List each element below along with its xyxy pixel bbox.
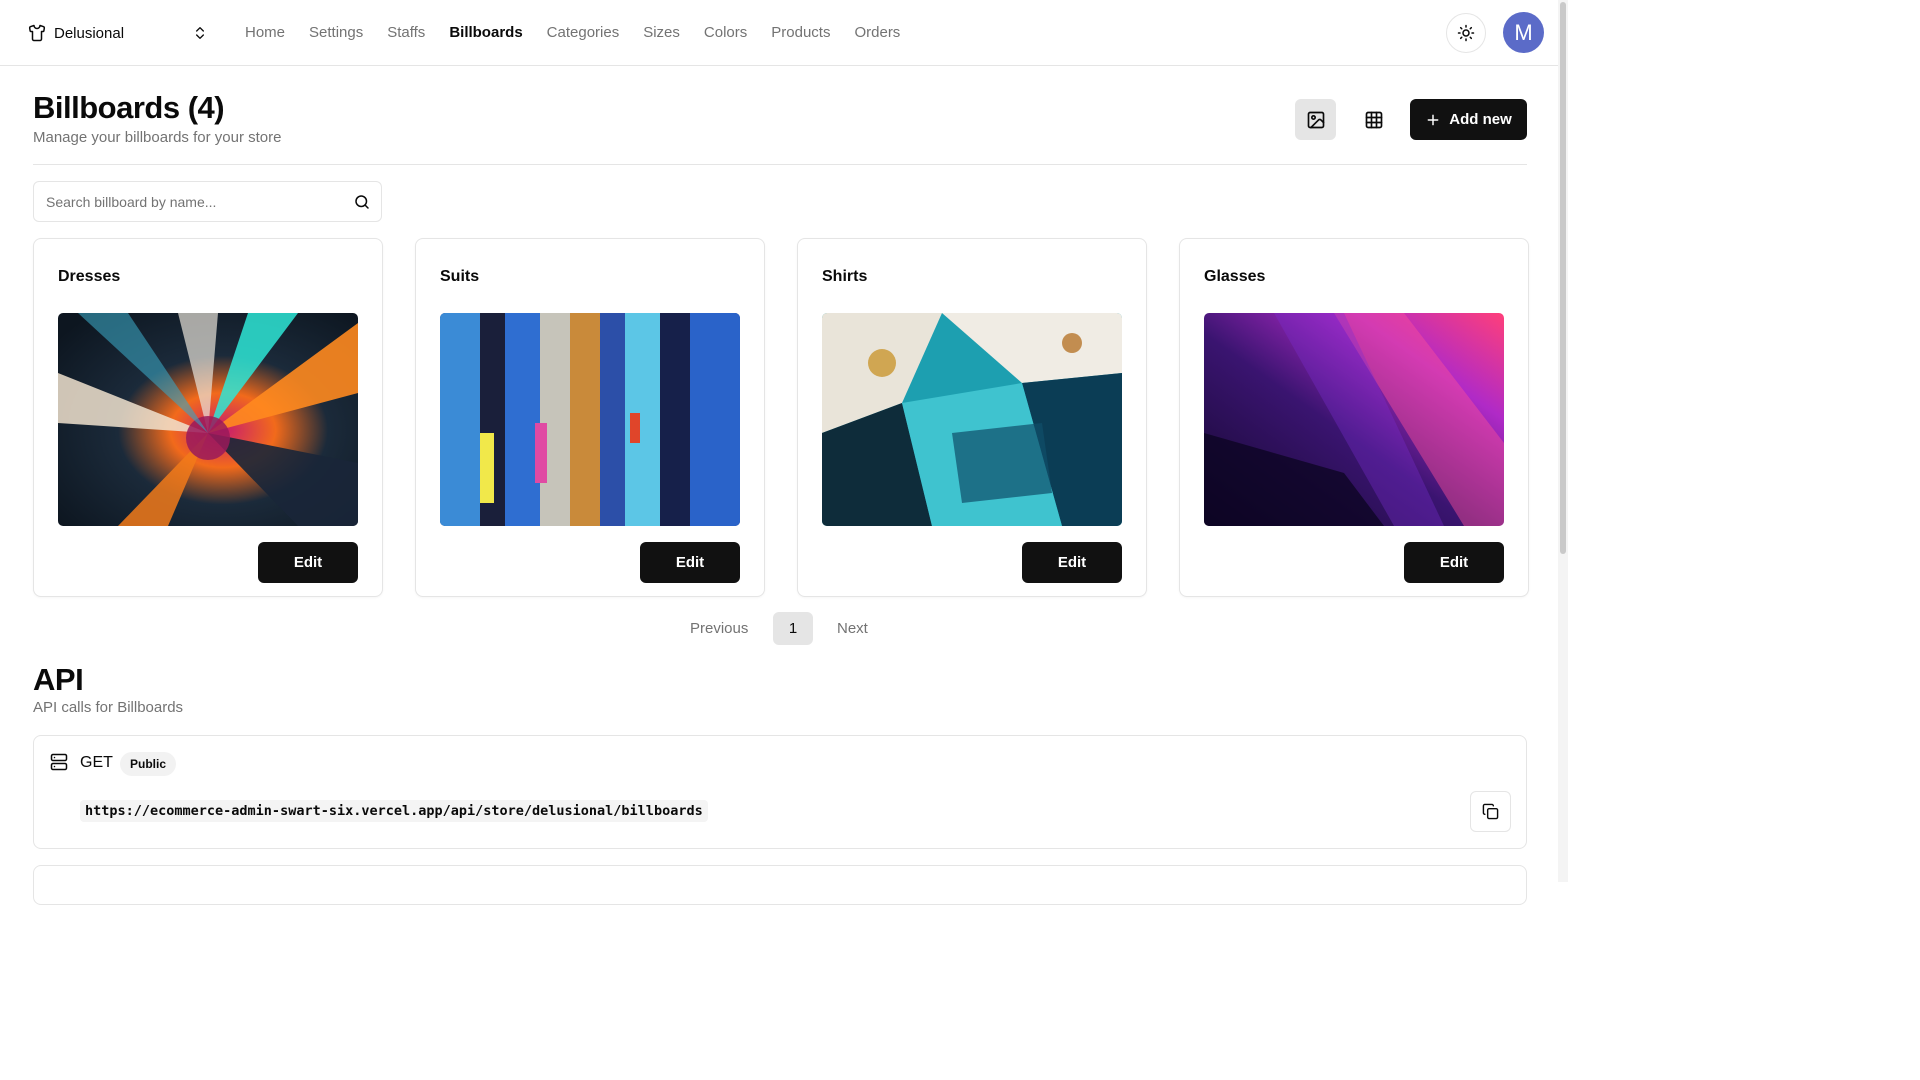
chevrons-up-down-icon xyxy=(192,25,208,41)
nav-staffs[interactable]: Staffs xyxy=(387,0,425,66)
billboard-card: Shirts Edit xyxy=(797,238,1147,597)
previous-page-button[interactable]: Previous xyxy=(690,620,773,637)
api-subtitle: API calls for Billboards xyxy=(33,699,184,716)
nav-settings[interactable]: Settings xyxy=(309,0,363,66)
api-method: GET xyxy=(80,754,113,771)
store-name: Delusional xyxy=(54,24,125,42)
copy-icon xyxy=(1482,803,1499,820)
store-icon xyxy=(28,24,46,42)
user-avatar[interactable]: M xyxy=(1503,12,1544,53)
grid-view-button[interactable] xyxy=(1295,99,1336,140)
image-icon xyxy=(1307,111,1324,128)
nav-home[interactable]: Home xyxy=(245,0,285,66)
nav-colors[interactable]: Colors xyxy=(704,0,747,66)
add-new-label: Add new xyxy=(1449,111,1512,128)
page-number-button[interactable]: 1 xyxy=(773,612,813,645)
copy-button[interactable] xyxy=(1470,791,1511,832)
next-page-button[interactable]: Next xyxy=(837,620,868,637)
billboard-card: Suits Edit xyxy=(415,238,765,597)
billboard-image xyxy=(1204,313,1504,526)
plus-icon xyxy=(1427,114,1439,125)
api-endpoint-card: GET Public https://ecommerce-admin-swart… xyxy=(33,735,1527,849)
store-switcher[interactable]: Delusional xyxy=(18,14,218,52)
billboard-title: Dresses xyxy=(58,268,121,285)
search-input[interactable] xyxy=(34,182,334,221)
theme-toggle-button[interactable] xyxy=(1446,13,1486,53)
table-icon xyxy=(1365,111,1382,128)
main-nav: Home Settings Staffs Billboards Categori… xyxy=(245,0,924,66)
billboard-card: Dresses Edit xyxy=(33,238,383,597)
sun-icon xyxy=(1457,24,1475,42)
nav-billboards[interactable]: Billboards xyxy=(449,0,522,66)
billboard-card: Glasses Edit xyxy=(1179,238,1529,597)
page-title: Billboards (4) xyxy=(33,90,225,125)
api-url: https://ecommerce-admin-swart-six.vercel… xyxy=(80,800,708,822)
scrollbar-thumb[interactable] xyxy=(1560,2,1566,554)
billboard-title: Shirts xyxy=(822,268,868,285)
edit-button[interactable]: Edit xyxy=(1404,542,1504,583)
table-view-button[interactable] xyxy=(1353,99,1394,140)
page-scrollbar[interactable] xyxy=(1558,0,1568,882)
heading-divider xyxy=(33,164,1527,165)
page-subtitle: Manage your billboards for your store xyxy=(33,129,282,146)
api-endpoint-card xyxy=(33,865,1527,905)
server-icon xyxy=(50,753,68,771)
nav-categories[interactable]: Categories xyxy=(547,0,620,66)
search-icon[interactable] xyxy=(353,193,371,211)
nav-sizes[interactable]: Sizes xyxy=(643,0,680,66)
api-title: API xyxy=(33,662,84,697)
add-new-button[interactable]: Add new xyxy=(1410,99,1527,140)
edit-button[interactable]: Edit xyxy=(640,542,740,583)
billboard-title: Suits xyxy=(440,268,480,285)
pagination: Previous 1 Next xyxy=(690,612,868,645)
edit-button[interactable]: Edit xyxy=(1022,542,1122,583)
access-badge: Public xyxy=(120,752,177,776)
billboard-image xyxy=(440,313,740,526)
billboard-image xyxy=(58,313,358,526)
search-box xyxy=(33,181,382,222)
billboard-image xyxy=(822,313,1122,526)
edit-button[interactable]: Edit xyxy=(258,542,358,583)
nav-products[interactable]: Products xyxy=(771,0,830,66)
billboard-title: Glasses xyxy=(1204,268,1266,285)
top-navbar: Delusional Home Settings Staffs Billboar… xyxy=(0,0,1558,66)
nav-orders[interactable]: Orders xyxy=(854,0,900,66)
